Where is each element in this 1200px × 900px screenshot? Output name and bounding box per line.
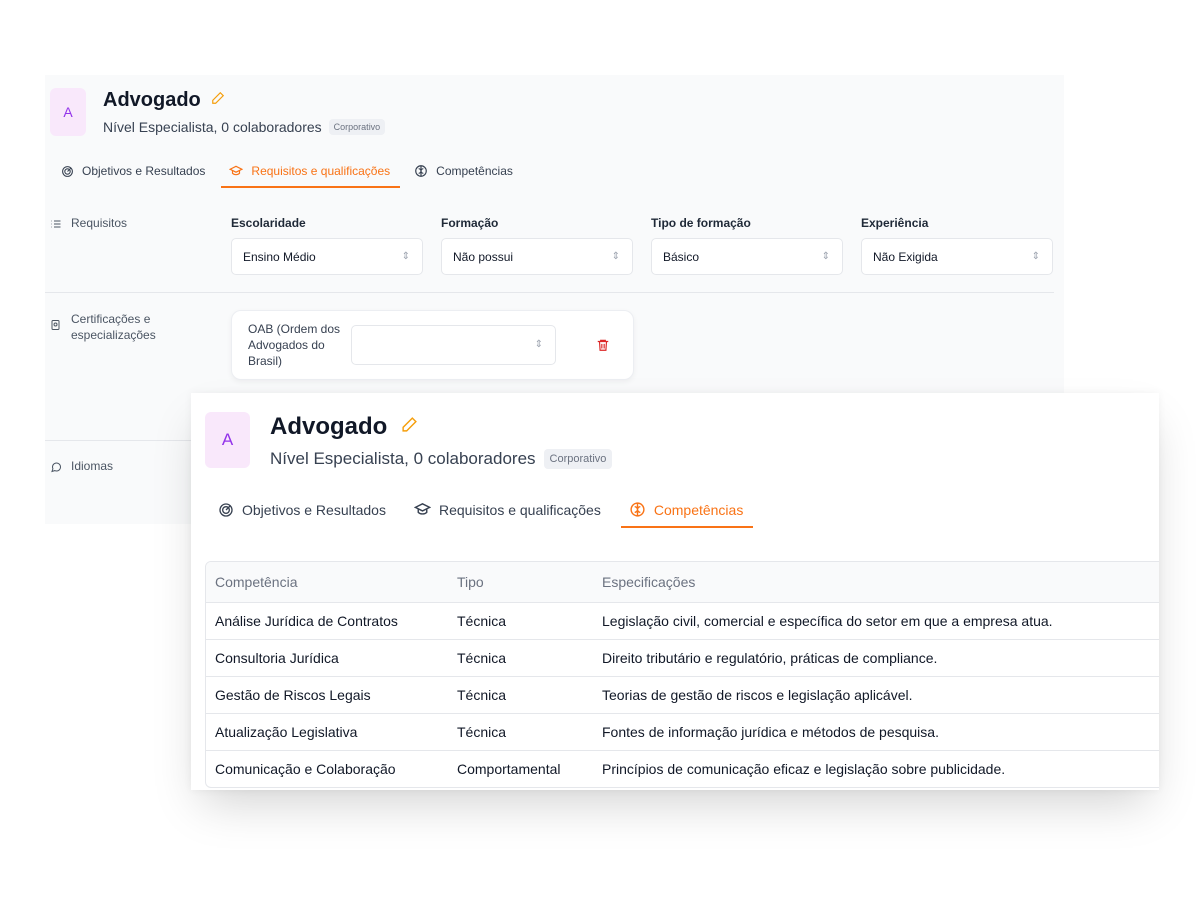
section-idiomas: Idiomas — [50, 459, 113, 473]
table-row[interactable]: Comunicação e Colaboração Comportamental… — [206, 750, 1159, 787]
subtitle: Nível Especialista, 0 colaboradores Corp… — [270, 449, 613, 469]
chevron-updown-icon: ⇕ — [611, 250, 620, 262]
title-row: Advogado — [103, 89, 225, 112]
divider — [45, 440, 195, 441]
column-header: Especificações — [593, 562, 1159, 603]
tag-badge: Corporativo — [328, 119, 386, 135]
avatar: A — [205, 412, 250, 468]
pencil-icon[interactable] — [401, 416, 418, 438]
tab-objetivos[interactable]: Objetivos e Resultados — [218, 502, 386, 518]
section-label: Certificações e especializações — [71, 312, 156, 342]
field-label-tipo-formacao: Tipo de formação — [651, 216, 751, 230]
graduation-cap-icon — [229, 165, 244, 176]
title-row: Advogado — [270, 413, 418, 441]
tab-label: Requisitos e qualificações — [251, 164, 391, 178]
certificate-name: OAB (Ordem dos Advogados do Brasil) — [248, 322, 341, 368]
brain-icon — [630, 502, 645, 517]
column-header: Tipo — [448, 562, 593, 603]
table-cell: Princípios de comunicação eficaz e legis… — [593, 750, 1159, 787]
certificate-select[interactable]: ⇕ — [351, 325, 556, 365]
column-header: Competência — [206, 562, 448, 603]
table-cell: Técnica — [448, 602, 593, 640]
tab-requisitos[interactable]: Requisitos e qualificações — [221, 164, 400, 188]
table-cell: Gestão de Riscos Legais — [206, 676, 448, 714]
chevron-updown-icon: ⇕ — [1031, 250, 1040, 262]
target-icon — [62, 165, 73, 177]
tab-label: Objetivos e Resultados — [242, 502, 386, 518]
section-label: Idiomas — [71, 459, 114, 473]
list-icon — [51, 220, 61, 228]
certificate-icon — [51, 320, 60, 330]
target-icon — [219, 503, 233, 517]
chat-bubble-icon — [51, 462, 62, 473]
table-cell: Fontes de informação jurídica e métodos … — [593, 713, 1159, 751]
table-row[interactable]: Gestão de Riscos Legais Técnica Teorias … — [206, 676, 1159, 714]
field-label-experiencia: Experiência — [861, 216, 929, 230]
table-cell: Legislação civil, comercial e específica… — [593, 602, 1159, 640]
formacao-select[interactable]: Não possui ⇕ — [441, 238, 633, 275]
tipo-formacao-select[interactable]: Básico ⇕ — [651, 238, 843, 275]
tab-competencias[interactable]: Competências — [620, 501, 753, 528]
select-value: Não Exigida — [873, 249, 938, 264]
table-cell: Direito tributário e regulatório, prátic… — [593, 639, 1159, 677]
table-row[interactable]: Análise Jurídica de Contratos Técnica Le… — [206, 602, 1159, 640]
table-cell: Técnica — [448, 676, 593, 714]
tag-badge: Corporativo — [543, 449, 613, 469]
tab-label: Competências — [436, 164, 513, 178]
experiencia-select[interactable]: Não Exigida ⇕ — [861, 238, 1053, 275]
trash-icon[interactable] — [596, 338, 610, 357]
subtitle-text: Nível Especialista, 0 colaboradores — [270, 449, 536, 468]
subtitle: Nível Especialista, 0 colaboradores Corp… — [103, 119, 386, 135]
table-header-row: Competência Tipo Especificações — [206, 562, 1159, 603]
table-cell: Técnica — [448, 639, 593, 677]
graduation-cap-icon — [413, 503, 431, 515]
select-value: Ensino Médio — [243, 249, 316, 264]
page-title: Advogado — [270, 413, 388, 440]
subtitle-text: Nível Especialista, 0 colaboradores — [103, 119, 322, 135]
chevron-updown-icon: ⇕ — [821, 250, 830, 262]
field-label-formacao: Formação — [441, 216, 499, 230]
tabs: Objetivos e Resultados Requisitos e qual… — [218, 501, 753, 528]
divider — [45, 292, 1054, 293]
brain-icon — [415, 165, 427, 177]
certificate-card: OAB (Ordem dos Advogados do Brasil) ⇕ — [231, 310, 634, 380]
tabs: Objetivos e Resultados Requisitos e qual… — [61, 164, 513, 188]
table-row[interactable]: Atualização Legislativa Técnica Fontes d… — [206, 713, 1159, 751]
section-certificacoes: Certificações e especializações — [50, 311, 170, 343]
tab-label: Competências — [653, 501, 744, 518]
tab-label: Requisitos e qualificações — [438, 501, 601, 518]
select-value: Não possui — [453, 249, 514, 264]
section-requisitos: Requisitos — [50, 216, 127, 230]
table-cell: Teorias de gestão de riscos e legislação… — [593, 676, 1159, 714]
field-label-escolaridade: Escolaridade — [231, 216, 306, 230]
avatar: A — [50, 88, 86, 136]
table-cell: Comunicação e Colaboração — [206, 750, 448, 787]
table-cell: Comportamental — [448, 750, 593, 787]
chevron-updown-icon: ⇕ — [534, 339, 543, 350]
table-row[interactable]: Consultoria Jurídica Técnica Direito tri… — [206, 639, 1159, 677]
tab-objetivos[interactable]: Objetivos e Resultados — [61, 164, 205, 178]
page-title: Advogado — [103, 89, 201, 111]
front-panel: A Advogado Nível Especialista, 0 colabor… — [191, 393, 1159, 790]
tab-label: Objetivos e Resultados — [82, 164, 206, 178]
escolaridade-select[interactable]: Ensino Médio ⇕ — [231, 238, 423, 275]
section-label: Requisitos — [71, 216, 128, 230]
table-cell: Análise Jurídica de Contratos — [206, 602, 448, 640]
chevron-updown-icon: ⇕ — [401, 250, 410, 262]
table-cell: Atualização Legislativa — [206, 713, 448, 751]
table-cell: Consultoria Jurídica — [206, 639, 448, 677]
pencil-icon[interactable] — [211, 91, 225, 110]
select-value: Básico — [663, 249, 700, 264]
tab-requisitos[interactable]: Requisitos e qualificações — [413, 501, 601, 518]
competencias-table: Competência Tipo Especificações Análise … — [205, 561, 1159, 788]
table-cell: Técnica — [448, 713, 593, 751]
tab-competencias[interactable]: Competências — [414, 164, 513, 178]
